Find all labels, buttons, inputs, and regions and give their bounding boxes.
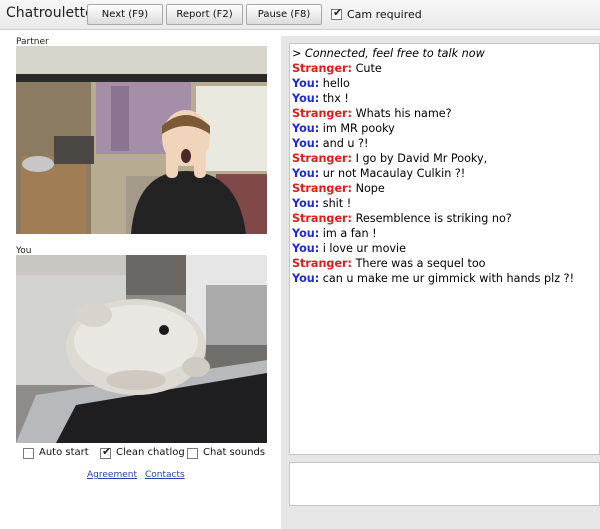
check-icon: ✔ bbox=[102, 445, 112, 458]
message-text: Cute bbox=[352, 62, 382, 75]
chat-message: You: im a fan ! bbox=[292, 226, 599, 241]
chat-message: Stranger: Whats his name? bbox=[292, 106, 599, 121]
message-text: i love ur movie bbox=[319, 242, 407, 255]
partner-video bbox=[16, 46, 267, 234]
chat-message: Stranger: Resemblence is striking no? bbox=[292, 211, 599, 226]
check-icon: ✔ bbox=[333, 6, 343, 19]
chat-message: You: can u make me ur gimmick with hands… bbox=[292, 271, 599, 286]
clean-chatlog-label: Clean chatlog bbox=[116, 447, 185, 458]
you-video-frame bbox=[16, 255, 267, 443]
message-text: im a fan ! bbox=[319, 227, 377, 240]
you-video bbox=[16, 255, 267, 443]
message-text: and u ?! bbox=[319, 137, 369, 150]
message-speaker: You: bbox=[292, 227, 320, 240]
message-speaker: You: bbox=[292, 272, 320, 285]
message-speaker: Stranger: bbox=[292, 182, 353, 195]
report-button[interactable]: Report (F2) bbox=[166, 4, 243, 25]
message-speaker: You: bbox=[292, 137, 320, 150]
chat-message: You: hello bbox=[292, 76, 599, 91]
message-text: There was a sequel too bbox=[352, 257, 486, 270]
chat-message: You: ur not Macaulay Culkin ?! bbox=[292, 166, 599, 181]
message-text: hello bbox=[319, 77, 350, 90]
message-text: can u make me ur gimmick with hands plz … bbox=[319, 272, 575, 285]
message-speaker: You: bbox=[292, 197, 320, 210]
chat-message: Stranger: There was a sequel too bbox=[292, 256, 599, 271]
message-text: Nope bbox=[352, 182, 385, 195]
agreement-link[interactable]: Agreement bbox=[87, 470, 137, 480]
chat-sounds-checkbox[interactable] bbox=[187, 448, 198, 459]
chat-message: You: and u ?! bbox=[292, 136, 599, 151]
message-speaker: Stranger: bbox=[292, 257, 353, 270]
partner-video-frame bbox=[16, 46, 267, 234]
cam-required-checkbox[interactable]: ✔ bbox=[331, 6, 343, 20]
chat-message: Stranger: Nope bbox=[292, 181, 599, 196]
auto-start-label: Auto start bbox=[39, 447, 89, 458]
chat-message: Stranger: I go by David Mr Pooky, bbox=[292, 151, 599, 166]
message-text: im MR pooky bbox=[319, 122, 395, 135]
message-speaker: You: bbox=[292, 77, 320, 90]
message-text: thx ! bbox=[319, 92, 349, 105]
message-text: I go by David Mr Pooky, bbox=[352, 152, 488, 165]
pause-button[interactable]: Pause (F8) bbox=[246, 4, 322, 25]
connection-notice: > Connected, feel free to talk now bbox=[292, 47, 485, 60]
message-speaker: You: bbox=[292, 242, 320, 255]
chat-log[interactable]: > Connected, feel free to talk now Stran… bbox=[289, 43, 600, 455]
message-text: shit ! bbox=[319, 197, 352, 210]
message-speaker: Stranger: bbox=[292, 62, 353, 75]
message-text: Resemblence is striking no? bbox=[352, 212, 512, 225]
chat-input[interactable] bbox=[289, 462, 600, 506]
message-speaker: Stranger: bbox=[292, 152, 353, 165]
clean-chatlog-checkbox[interactable]: ✔ bbox=[100, 445, 112, 459]
message-speaker: Stranger: bbox=[292, 212, 353, 225]
cam-required-label: Cam required bbox=[347, 8, 422, 21]
message-text: ur not Macaulay Culkin ?! bbox=[319, 167, 466, 180]
message-list: Stranger: Cute You: hello You: thx ! Strang… bbox=[292, 61, 599, 286]
next-button[interactable]: Next (F9) bbox=[87, 4, 163, 25]
app-title: Chatroulette bbox=[6, 5, 94, 21]
message-speaker: Stranger: bbox=[292, 107, 353, 120]
auto-start-checkbox[interactable] bbox=[23, 448, 34, 459]
chat-message: You: im MR pooky bbox=[292, 121, 599, 136]
contacts-link[interactable]: Contacts bbox=[145, 470, 185, 480]
message-speaker: You: bbox=[292, 92, 320, 105]
chat-message: You: shit ! bbox=[292, 196, 599, 211]
chat-message: You: i love ur movie bbox=[292, 241, 599, 256]
chat-message: Stranger: Cute bbox=[292, 61, 599, 76]
top-toolbar: Chatroulette Next (F9) Report (F2) Pause… bbox=[0, 0, 600, 30]
chat-message: You: thx ! bbox=[292, 91, 599, 106]
message-speaker: You: bbox=[292, 122, 320, 135]
message-speaker: You: bbox=[292, 167, 320, 180]
chat-sounds-label: Chat sounds bbox=[203, 447, 266, 458]
message-text: Whats his name? bbox=[352, 107, 452, 120]
